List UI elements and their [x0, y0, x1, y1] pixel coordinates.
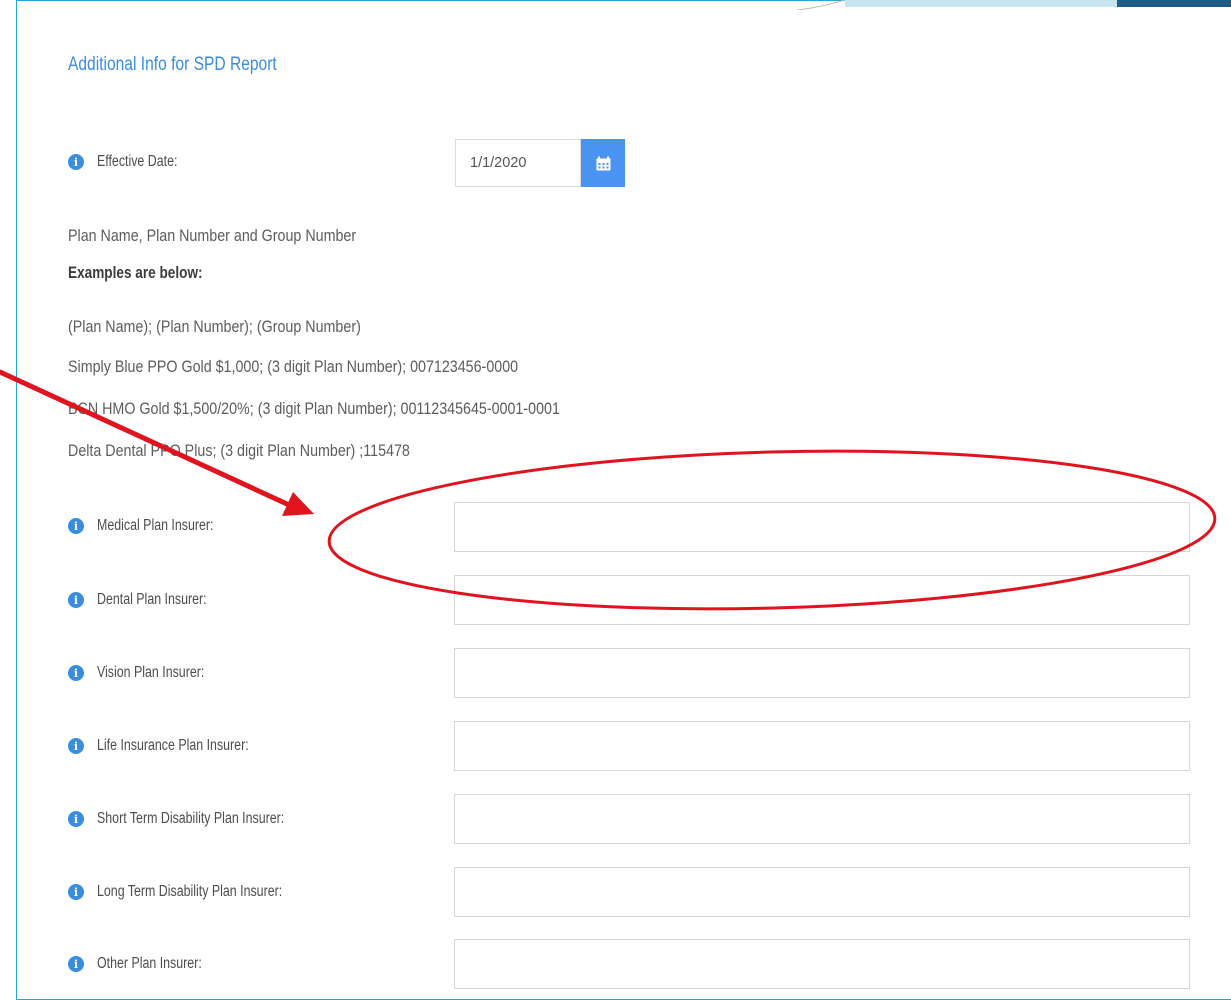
other-insurer-label: Other Plan Insurer: — [97, 955, 202, 972]
example-line: Delta Dental PPO Plus; (3 digit Plan Num… — [68, 441, 410, 460]
life-insurer-label-row: i Life Insurance Plan Insurer: — [68, 735, 287, 757]
ltd-insurer-input[interactable] — [454, 867, 1190, 917]
medical-insurer-input[interactable] — [454, 502, 1190, 552]
ltd-insurer-label-row: i Long Term Disability Plan Insurer: — [68, 881, 328, 903]
effective-date-label-row: i Effective Date: — [68, 151, 198, 173]
info-icon[interactable]: i — [68, 811, 84, 827]
top-tab-active[interactable] — [1117, 0, 1231, 7]
info-icon[interactable]: i — [68, 665, 84, 681]
dental-insurer-label: Dental Plan Insurer: — [97, 591, 207, 608]
plan-instructions-intro: Plan Name, Plan Number and Group Number — [68, 226, 357, 245]
medical-insurer-label-row: i Medical Plan Insurer: — [68, 515, 243, 537]
examples-heading: Examples are below: — [68, 263, 203, 282]
vision-insurer-label-row: i Vision Plan Insurer: — [68, 662, 231, 684]
info-icon[interactable]: i — [68, 956, 84, 972]
std-insurer-label: Short Term Disability Plan Insurer: — [97, 810, 285, 827]
section-title: Additional Info for SPD Report — [68, 54, 277, 75]
calendar-icon — [596, 156, 610, 170]
examples-format: (Plan Name); (Plan Number); (Group Numbe… — [68, 317, 361, 336]
info-icon[interactable]: i — [68, 592, 84, 608]
other-insurer-input[interactable] — [454, 939, 1190, 989]
other-insurer-label-row: i Other Plan Insurer: — [68, 953, 228, 975]
dental-insurer-input[interactable] — [454, 575, 1190, 625]
info-icon[interactable]: i — [68, 738, 84, 754]
std-insurer-label-row: i Short Term Disability Plan Insurer: — [68, 808, 331, 830]
info-icon[interactable]: i — [68, 154, 84, 170]
std-insurer-input[interactable] — [454, 794, 1190, 844]
example-line: BCN HMO Gold $1,500/20%; (3 digit Plan N… — [68, 399, 560, 418]
medical-insurer-label: Medical Plan Insurer: — [97, 517, 214, 534]
ltd-insurer-label: Long Term Disability Plan Insurer: — [97, 883, 283, 900]
date-picker-button[interactable] — [581, 139, 625, 187]
vision-insurer-label: Vision Plan Insurer: — [97, 664, 205, 681]
life-insurer-input[interactable] — [454, 721, 1190, 771]
top-tab[interactable] — [845, 0, 1117, 7]
effective-date-input[interactable] — [455, 139, 581, 187]
top-tab-edge — [797, 0, 845, 10]
vision-insurer-input[interactable] — [454, 648, 1190, 698]
info-icon[interactable]: i — [68, 884, 84, 900]
info-icon[interactable]: i — [68, 518, 84, 534]
example-line: Simply Blue PPO Gold $1,000; (3 digit Pl… — [68, 357, 519, 376]
life-insurer-label: Life Insurance Plan Insurer: — [97, 737, 249, 754]
dental-insurer-label-row: i Dental Plan Insurer: — [68, 589, 234, 611]
effective-date-label: Effective Date: — [97, 153, 178, 170]
